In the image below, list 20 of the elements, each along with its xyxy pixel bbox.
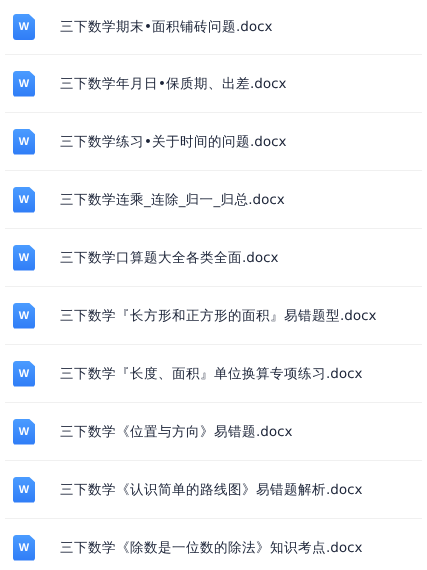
document-icon: W xyxy=(13,244,35,270)
file-name[interactable]: 三下数学『长度、面积』单位换算专项练习.docx xyxy=(60,364,363,382)
file-name[interactable]: 三下数学『长方形和正方形的面积』易错题型.docx xyxy=(60,306,377,324)
file-name[interactable]: 三下数学《位置与方向》易错题.docx xyxy=(60,422,293,440)
file-name[interactable]: 三下数学连乘_连除_归一_归总.docx xyxy=(60,190,285,208)
document-icon: W xyxy=(13,70,35,96)
file-name[interactable]: 三下数学《除数是一位数的除法》知识考点.docx xyxy=(60,538,363,556)
document-icon: W xyxy=(13,360,35,386)
file-name[interactable]: 三下数学年月日•保质期、出差.docx xyxy=(60,74,286,92)
document-icon: W xyxy=(13,418,35,444)
file-name[interactable]: 三下数学《认识简单的路线图》易错题解析.docx xyxy=(60,480,363,498)
document-icon: W xyxy=(13,302,35,328)
document-icon: W xyxy=(13,128,35,154)
file-name[interactable]: 三下数学练习•关于时间的问题.docx xyxy=(60,132,286,150)
document-icon: W xyxy=(13,476,35,502)
document-icon: W xyxy=(13,186,35,212)
file-name[interactable]: 三下数学口算题大全各类全面.docx xyxy=(60,248,279,266)
file-name[interactable]: 三下数学期末•面积铺砖问题.docx xyxy=(60,18,272,36)
document-icon: W xyxy=(13,534,35,560)
document-icon: W xyxy=(13,14,35,40)
